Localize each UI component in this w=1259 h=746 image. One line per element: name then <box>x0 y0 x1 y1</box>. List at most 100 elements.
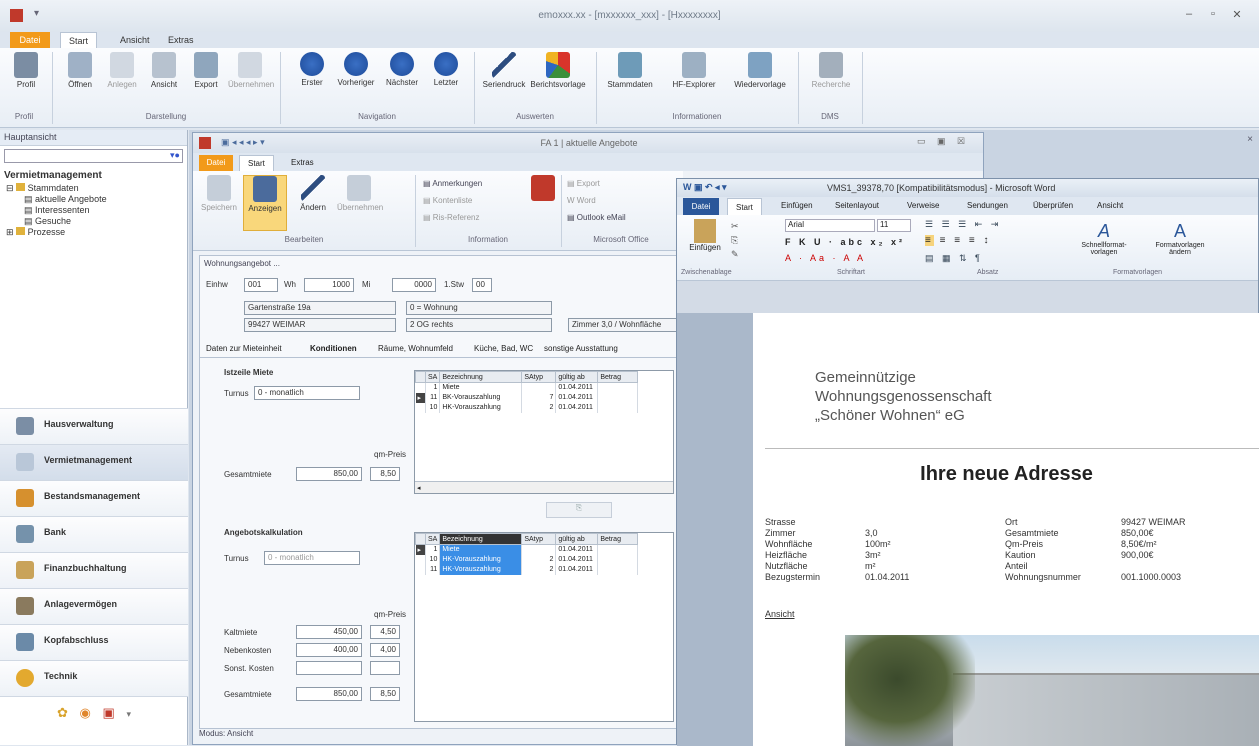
einhw-field[interactable]: 001 <box>244 278 278 292</box>
font-color-buttons[interactable]: A · Aa · A A <box>785 253 866 263</box>
wh-field[interactable]: 1000 <box>304 278 354 292</box>
list-buttons[interactable]: ☰ ☰ ☰ ⇤ ⇥ <box>925 219 1001 230</box>
word-tab-ueberpruefen[interactable]: Überprüfen <box>1033 201 1073 210</box>
naechster-button[interactable]: Nächster <box>380 52 424 87</box>
grid-header[interactable]: Bezeichnung <box>439 371 523 383</box>
cut-icon[interactable]: ✂ <box>731 219 739 233</box>
copy-icon[interactable]: ⎘ <box>731 233 739 247</box>
vorheriger-button[interactable]: Vorheriger <box>334 52 378 87</box>
module-bestandsmanagement[interactable]: Bestandsmanagement <box>0 480 188 516</box>
outlook-button[interactable]: ▤ Outlook eMail <box>567 209 626 226</box>
word-tab-seitenlayout[interactable]: Seitenlayout <box>835 201 879 210</box>
wiedervorlage-button[interactable]: Wiedervorlage <box>730 52 790 89</box>
kaltmiete-qm-field[interactable]: 4,50 <box>370 625 400 639</box>
tree-item-gesuche[interactable]: ▤ Gesuche <box>6 216 187 227</box>
font-name-select[interactable]: Arial <box>785 219 875 232</box>
ris-referenz-button[interactable]: ▤ Ris-Referenz <box>423 209 482 226</box>
word-tab-start[interactable]: Start <box>727 198 762 215</box>
table-row[interactable]: 10 HK-Vorauszahlung 2 01.04.2011 <box>415 402 639 413</box>
calendar-button[interactable] <box>521 175 565 203</box>
speichern-button[interactable]: Speichern <box>197 175 241 212</box>
nebenkosten-qm-field[interactable]: 4,00 <box>370 643 400 657</box>
erster-button[interactable]: Erster <box>290 52 334 87</box>
quick-styles-button[interactable]: A Schnellformat-vorlagen <box>1069 221 1139 256</box>
word-tab-ansicht[interactable]: Ansicht <box>1097 201 1123 210</box>
grid-header[interactable]: Betrag <box>597 371 639 383</box>
tab-extras[interactable]: Extras <box>160 32 202 48</box>
office-word-button[interactable]: W Word <box>567 192 626 209</box>
anzeigen-button[interactable]: Anzeigen <box>243 175 287 231</box>
table-row[interactable]: 10 HK-Vorauszahlung 2 01.04.2011 <box>415 554 639 565</box>
recherche-button[interactable]: Recherche <box>806 52 856 89</box>
angebote-tab-datei[interactable]: Datei <box>199 155 233 171</box>
tab-sonstige[interactable]: sonstige Ausstattung <box>544 344 618 353</box>
miete-turnus-field[interactable]: 0 - monatlich <box>254 386 360 400</box>
tab-kueche[interactable]: Küche, Bad, WC <box>474 344 533 353</box>
tools-icon[interactable]: ◉ <box>80 705 91 720</box>
grid-header[interactable]: SAtyp <box>521 533 557 545</box>
berichtsvorlage-button[interactable]: Berichtsvorlage <box>530 52 586 89</box>
mi-field[interactable]: 0000 <box>392 278 436 292</box>
module-bank[interactable]: Bank <box>0 516 188 552</box>
ansicht-link[interactable]: Ansicht <box>765 609 795 620</box>
sonst-kosten-qm-field[interactable] <box>370 661 400 675</box>
nav-search-icon[interactable]: ▾● <box>170 150 180 161</box>
align-left-icon[interactable]: ≡ <box>925 235 934 246</box>
tab-ansicht[interactable]: Ansicht <box>112 32 158 48</box>
grid-header[interactable]: SA <box>424 533 441 545</box>
oeffnen-button[interactable]: Öffnen <box>58 52 102 89</box>
grid-header[interactable]: gültig ab <box>555 533 599 545</box>
tree-item-interessenten[interactable]: ▤ Interessenten <box>6 205 187 216</box>
win2-uebernehmen-button[interactable]: Übernehmen <box>337 175 383 212</box>
table-row[interactable]: ▸ 1 Miete 01.04.2011 <box>415 544 639 555</box>
anmerkungen-button[interactable]: ▤ Anmerkungen <box>423 175 482 192</box>
grid-header[interactable]: gültig ab <box>555 371 599 383</box>
anlegen-button[interactable]: Anlegen <box>100 52 144 89</box>
kalk-turnus-select[interactable]: 0 - monatlich <box>264 551 360 565</box>
aendern-button[interactable]: Ändern <box>291 175 335 212</box>
letzter-button[interactable]: Letzter <box>424 52 468 87</box>
tree-item-angebote[interactable]: ▤ aktuelle Angebote <box>6 194 187 205</box>
stammdaten-button[interactable]: Stammdaten <box>604 52 656 89</box>
office-export-button[interactable]: ▤ Export <box>567 175 626 192</box>
format-painter-icon[interactable]: ✎ <box>731 247 739 261</box>
hf-explorer-button[interactable]: HF-Explorer <box>666 52 722 89</box>
font-format-buttons[interactable]: F K U · abc x₂ x² <box>785 237 905 247</box>
word-tab-einfuegen[interactable]: Einfügen <box>781 201 813 210</box>
tree-item-prozesse[interactable]: ⊞ Prozesse <box>6 227 187 238</box>
table-row[interactable]: ▸ 11 BK-Vorauszahlung 7 01.04.2011 <box>415 392 639 403</box>
grid-header[interactable]: SA <box>424 371 441 383</box>
sonst-kosten-field[interactable] <box>296 661 362 675</box>
tab-konditionen[interactable]: Konditionen <box>310 344 357 353</box>
tab-datei[interactable]: Datei <box>10 32 50 48</box>
grid-header[interactable]: Betrag <box>597 533 639 545</box>
angebote-close-icon[interactable]: ☒ <box>957 136 965 147</box>
tree-item-stammdaten[interactable]: ⊟ Stammdaten <box>6 183 187 194</box>
tab-raeume[interactable]: Räume, Wohnumfeld <box>378 344 453 353</box>
minimize-icon[interactable]: – <box>1180 8 1198 20</box>
nebenkosten-field[interactable]: 400,00 <box>296 643 362 657</box>
close-icon[interactable]: ✕ <box>1228 8 1246 21</box>
angebote-tab-extras[interactable]: Extras <box>283 155 322 171</box>
profil-button[interactable]: Profil <box>4 52 48 89</box>
report-icon[interactable]: ▣ <box>103 705 115 720</box>
stw-field[interactable]: 00 <box>472 278 492 292</box>
settings-icon[interactable]: ✿ <box>57 705 68 720</box>
angebote-maximize-icon[interactable]: ▣ <box>937 136 946 147</box>
tab-start[interactable]: Start <box>60 32 98 48</box>
word-tab-verweise[interactable]: Verweise <box>907 201 939 210</box>
module-vermietmanagement[interactable]: Vermietmanagement <box>0 444 188 480</box>
angebote-tab-start[interactable]: Start <box>239 155 274 171</box>
seriendruck-button[interactable]: Seriendruck <box>482 52 526 89</box>
workspace-close-icon[interactable]: × <box>1247 134 1253 145</box>
export-button[interactable]: Export <box>184 52 228 89</box>
module-technik[interactable]: Technik <box>0 660 188 696</box>
grid-header[interactable]: SAtyp <box>521 371 557 383</box>
nav-search-input[interactable]: ▾● <box>4 149 183 163</box>
module-hausverwaltung[interactable]: Hausverwaltung <box>0 408 188 444</box>
align-buttons[interactable]: ≡ ≡ ≡ ≡ ↕ <box>925 235 991 246</box>
copy-button[interactable]: ⎘ <box>546 502 612 518</box>
module-kopfabschluss[interactable]: Kopfabschluss <box>0 624 188 660</box>
kaltmiete-field[interactable]: 450,00 <box>296 625 362 639</box>
table-row[interactable]: 11 HK-Vorauszahlung 2 01.04.2011 <box>415 564 639 575</box>
